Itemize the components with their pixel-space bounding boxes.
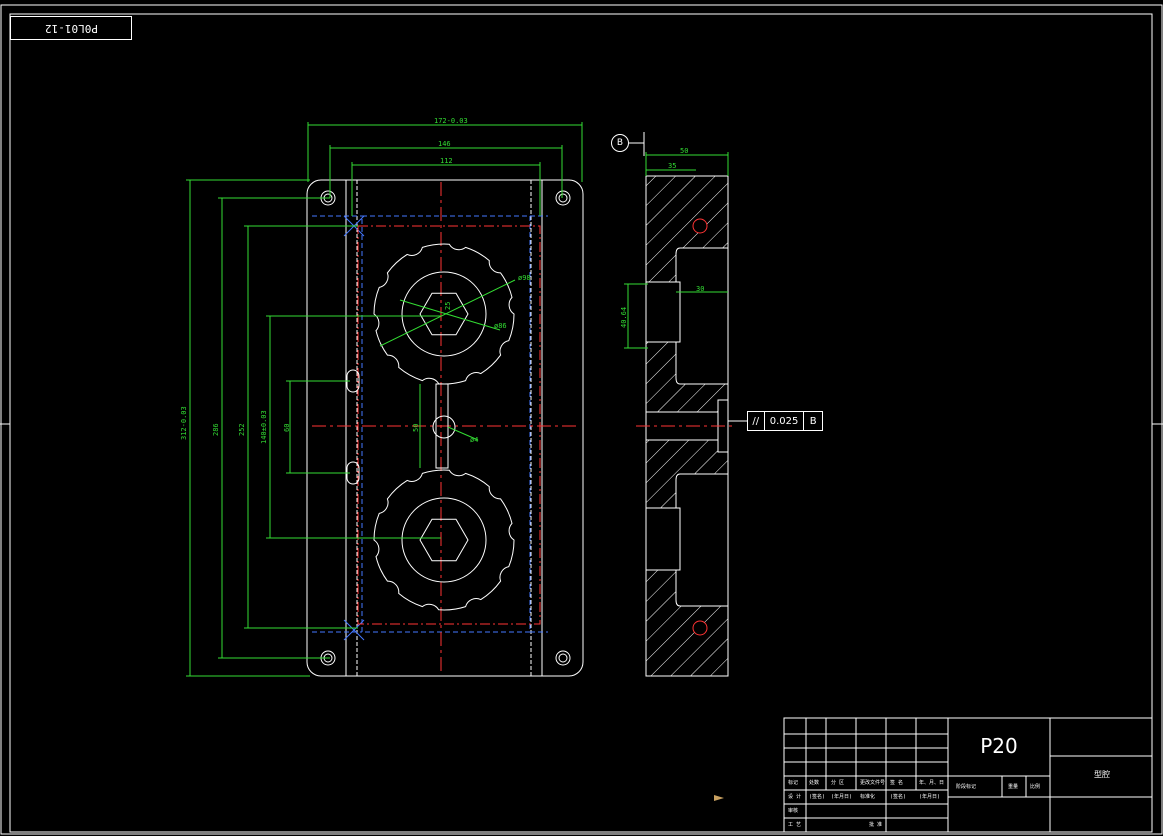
dim-front-width-mid: 146 (438, 140, 451, 148)
gear-cavity-bottom (373, 469, 515, 611)
tb-r2-cell: 标准化 (860, 794, 876, 800)
tb-r2-cell: (签名) (890, 794, 907, 800)
datum-symbol: B (611, 134, 629, 152)
dim-side-pocket: 30 (696, 285, 705, 293)
dim-gear-dia: ø98 (518, 274, 531, 282)
tb-r2-cell: (年月日) (831, 794, 853, 800)
tb-r1-cell: 年、月、日 (919, 780, 945, 786)
tb-r1-cell: 标记 (788, 780, 799, 786)
tb-stage-cell: 重量 (1008, 784, 1019, 790)
side-view (628, 132, 747, 677)
tb-r4-cell: 批 准 (869, 822, 883, 828)
part-number-text: P0L01-12 (44, 21, 98, 35)
tolerance-datum: B (809, 415, 817, 427)
gear-cavity-top (373, 243, 515, 385)
tb-r1-cell: 签 名 (890, 780, 904, 786)
gear-inner-circle (401, 497, 487, 583)
hex-core (419, 518, 469, 562)
tolerance-value: 0.025 (765, 412, 805, 430)
tb-r2-cell: (签名) (809, 794, 826, 800)
dim-height-140: 140±0.03 (260, 410, 268, 444)
tolerance-frame: // 0.025 B (747, 411, 823, 431)
dim-front-width-inner: 112 (440, 157, 453, 165)
gear-inner-circle (401, 271, 487, 357)
tb-r3-cell: 审核 (788, 808, 799, 814)
part-number-box: P0L01-12 (10, 16, 132, 40)
front-dimensions (186, 122, 583, 677)
tb-stage-cell: 阶段标记 (956, 784, 977, 790)
cursor-arrow (714, 795, 724, 801)
tb-r4-cell: 工 艺 (788, 822, 802, 828)
dim-height-286: 286 (212, 423, 220, 436)
dim-side-depth: 35 (668, 162, 677, 170)
dim-front-width-outer: 172-0.03 (434, 117, 468, 125)
dim-side-width: 50 (680, 147, 689, 155)
gear-outline (373, 469, 515, 611)
datum-letter: B (616, 138, 624, 148)
parallelism-symbol: // (748, 412, 765, 430)
title-block-code: P20 (980, 734, 1018, 758)
tb-r1-cell: 处数 (809, 780, 820, 786)
cad-drawing-canvas (0, 4, 1163, 835)
dim-gear-inner: ø86 (494, 322, 507, 330)
dim-hex-size: 25 (444, 301, 452, 310)
title-block-name: 型腔 (1094, 770, 1110, 779)
tb-r2-cell: (年月日) (919, 794, 941, 800)
dim-runner: ø4 (470, 436, 479, 444)
front-view (306, 179, 584, 677)
dim-height-60: 60 (283, 423, 291, 432)
dim-center-50: 50 (412, 423, 420, 432)
tb-r2-cell: 设 计 (788, 794, 802, 800)
dim-height-252: 252 (238, 423, 246, 436)
hex-core (419, 292, 469, 336)
dim-height-total: 312-0.03 (180, 406, 188, 440)
dim-side-height: 40.64 (620, 306, 628, 328)
gear-outline (373, 243, 515, 385)
tb-r1-cell: 更改文件号 (860, 780, 886, 786)
tb-stage-cell: 比例 (1030, 784, 1041, 790)
tb-r1-cell: 分 区 (831, 780, 845, 786)
